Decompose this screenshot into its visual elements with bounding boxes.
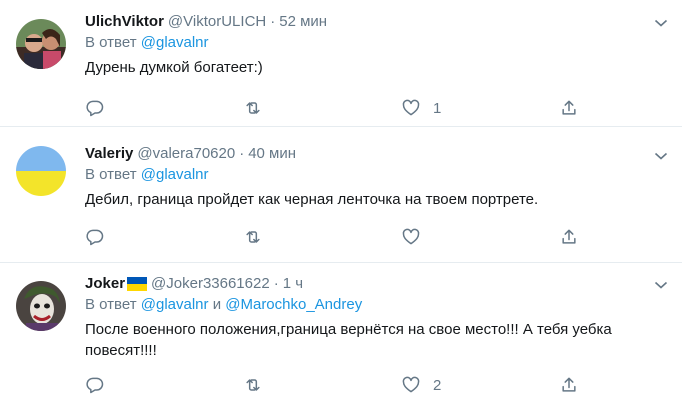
user-handle[interactable]: @Joker33661622 bbox=[151, 274, 270, 294]
share-icon bbox=[562, 100, 576, 115]
tweet-3[interactable]: Joker @Joker33661622 · 1 ч В ответ @glav… bbox=[0, 263, 682, 418]
share-button[interactable] bbox=[559, 227, 579, 247]
reply-button[interactable] bbox=[85, 375, 105, 395]
reply-button[interactable] bbox=[85, 227, 105, 247]
tweet-actions: 1 bbox=[85, 98, 682, 122]
reply-icon bbox=[86, 100, 104, 117]
separator-dot: · bbox=[273, 275, 279, 292]
separator-dot: · bbox=[270, 13, 276, 30]
share-button[interactable] bbox=[559, 375, 579, 395]
ukraine-flag-icon bbox=[127, 277, 148, 291]
timestamp[interactable]: 52 мин bbox=[279, 12, 327, 32]
reply-button[interactable] bbox=[85, 98, 105, 118]
share-icon bbox=[562, 377, 576, 392]
share-icon bbox=[562, 229, 576, 244]
timestamp[interactable]: 1 ч bbox=[283, 274, 303, 294]
reply-context: В ответ @glavalnr bbox=[85, 33, 662, 53]
retweet-button[interactable] bbox=[243, 375, 263, 395]
like-button[interactable]: 2 bbox=[401, 375, 441, 395]
joker-avatar-icon bbox=[16, 281, 66, 331]
reply-icon bbox=[86, 229, 104, 246]
display-name[interactable]: Valeriy bbox=[85, 144, 133, 164]
tweet-header: Joker @Joker33661622 · 1 ч bbox=[85, 274, 662, 294]
tweet-header: UlichViktor @ViktorULICH · 52 мин bbox=[85, 12, 662, 32]
tweet-actions bbox=[85, 227, 682, 251]
reply-mention-link[interactable]: @glavalnr bbox=[141, 166, 209, 183]
avatar[interactable] bbox=[16, 146, 66, 196]
retweet-icon bbox=[246, 102, 260, 114]
avatar[interactable] bbox=[16, 19, 66, 69]
share-button[interactable] bbox=[559, 98, 579, 118]
heart-icon bbox=[402, 228, 420, 245]
timestamp[interactable]: 40 мин bbox=[248, 144, 296, 164]
tweet-actions: 2 bbox=[85, 375, 682, 399]
reply-mention-link[interactable]: @glavalnr bbox=[141, 296, 209, 313]
chevron-down-icon[interactable] bbox=[654, 280, 668, 290]
display-name[interactable]: Joker bbox=[85, 274, 125, 294]
user-handle[interactable]: @ViktorULICH bbox=[168, 12, 266, 32]
reply-mention-link[interactable]: @glavalnr bbox=[141, 34, 209, 51]
reply-prefix: В ответ bbox=[85, 166, 137, 183]
tweet-2[interactable]: Valeriy @valera70620 · 40 мин В ответ @g… bbox=[0, 127, 682, 263]
reply-context: В ответ @glavalnr bbox=[85, 165, 662, 185]
tweet-1[interactable]: UlichViktor @ViktorULICH · 52 мин В отве… bbox=[0, 0, 682, 127]
ukraine-flag-avatar-icon bbox=[16, 146, 66, 196]
like-button[interactable]: 1 bbox=[401, 98, 441, 118]
like-count: 2 bbox=[433, 376, 442, 394]
reply-prefix: В ответ bbox=[85, 296, 137, 313]
reply-context: В ответ @glavalnr и @Marochko_Andrey bbox=[85, 295, 662, 315]
retweet-icon bbox=[246, 231, 260, 243]
retweet-button[interactable] bbox=[243, 227, 263, 247]
reply-mention-link[interactable]: @Marochko_Andrey bbox=[225, 296, 362, 313]
avatar[interactable] bbox=[16, 281, 66, 331]
like-button[interactable] bbox=[401, 227, 433, 247]
heart-icon bbox=[402, 99, 420, 116]
display-name[interactable]: UlichViktor bbox=[85, 12, 164, 32]
heart-icon bbox=[402, 376, 420, 393]
tweet-header: Valeriy @valera70620 · 40 мин bbox=[85, 144, 662, 164]
reply-icon bbox=[86, 377, 104, 394]
user-photo-avatar-icon bbox=[16, 19, 66, 69]
separator-dot: · bbox=[239, 145, 245, 162]
retweet-icon bbox=[246, 379, 260, 391]
user-handle[interactable]: @valera70620 bbox=[137, 144, 235, 164]
chevron-down-icon[interactable] bbox=[654, 18, 668, 28]
tweet-text: После военного положения,граница вернётс… bbox=[85, 321, 612, 359]
tweet-text: Дурень думкой богатеет:) bbox=[85, 59, 263, 76]
reply-prefix: В ответ bbox=[85, 34, 137, 51]
chevron-down-icon[interactable] bbox=[654, 151, 668, 161]
like-count: 1 bbox=[433, 99, 442, 117]
retweet-button[interactable] bbox=[243, 98, 263, 118]
tweet-text: Дебил, граница пройдет как черная ленточ… bbox=[85, 191, 539, 208]
reply-joiner: и bbox=[212, 296, 222, 313]
